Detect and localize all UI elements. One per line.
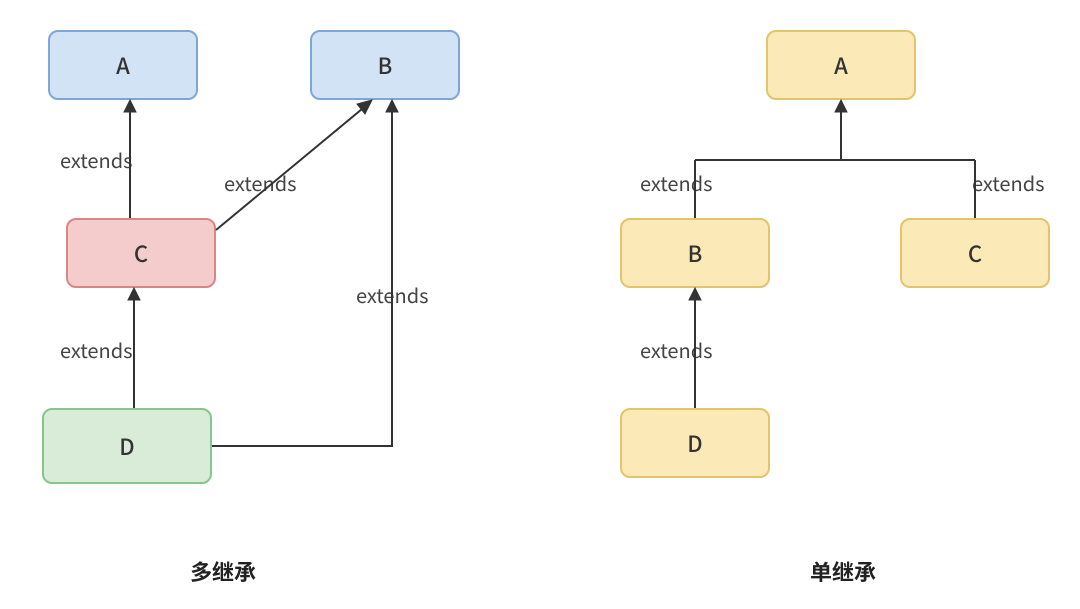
left-edge-label-ca: extends bbox=[60, 145, 132, 174]
node-label: A bbox=[116, 49, 130, 81]
left-edge-label-cb: extends bbox=[224, 168, 296, 197]
right-node-a: A bbox=[766, 30, 916, 100]
arrowhead-icon bbox=[128, 288, 140, 300]
left-edge-db bbox=[212, 112, 392, 446]
right-edge-label-ba: extends bbox=[640, 168, 712, 197]
left-edge-label-db: extends bbox=[356, 280, 428, 309]
node-label: B bbox=[688, 237, 703, 269]
left-edge-label-dc: extends bbox=[60, 335, 132, 364]
node-label: D bbox=[687, 427, 702, 459]
left-node-d: D bbox=[42, 408, 212, 484]
node-label: C bbox=[968, 237, 982, 269]
right-edge-label-db: extends bbox=[640, 335, 712, 364]
left-node-b: B bbox=[310, 30, 460, 100]
diagram-canvas: A B C D extends extends extends extends … bbox=[0, 0, 1080, 609]
right-title: 单继承 bbox=[810, 555, 876, 587]
arrowhead-icon bbox=[835, 100, 847, 112]
right-node-b: B bbox=[620, 218, 770, 288]
node-label: D bbox=[119, 430, 134, 462]
arrowhead-icon bbox=[689, 288, 701, 300]
arrowhead-icon bbox=[357, 100, 372, 114]
right-node-d: D bbox=[620, 408, 770, 478]
node-label: A bbox=[834, 49, 848, 81]
arrowhead-icon bbox=[124, 100, 136, 112]
node-label: C bbox=[134, 237, 148, 269]
left-node-a: A bbox=[48, 30, 198, 100]
node-label: B bbox=[378, 49, 393, 81]
left-title: 多继承 bbox=[190, 555, 256, 587]
arrowhead-icon bbox=[386, 100, 398, 112]
left-node-c: C bbox=[66, 218, 216, 288]
right-node-c: C bbox=[900, 218, 1050, 288]
right-edge-label-ca: extends bbox=[972, 168, 1044, 197]
